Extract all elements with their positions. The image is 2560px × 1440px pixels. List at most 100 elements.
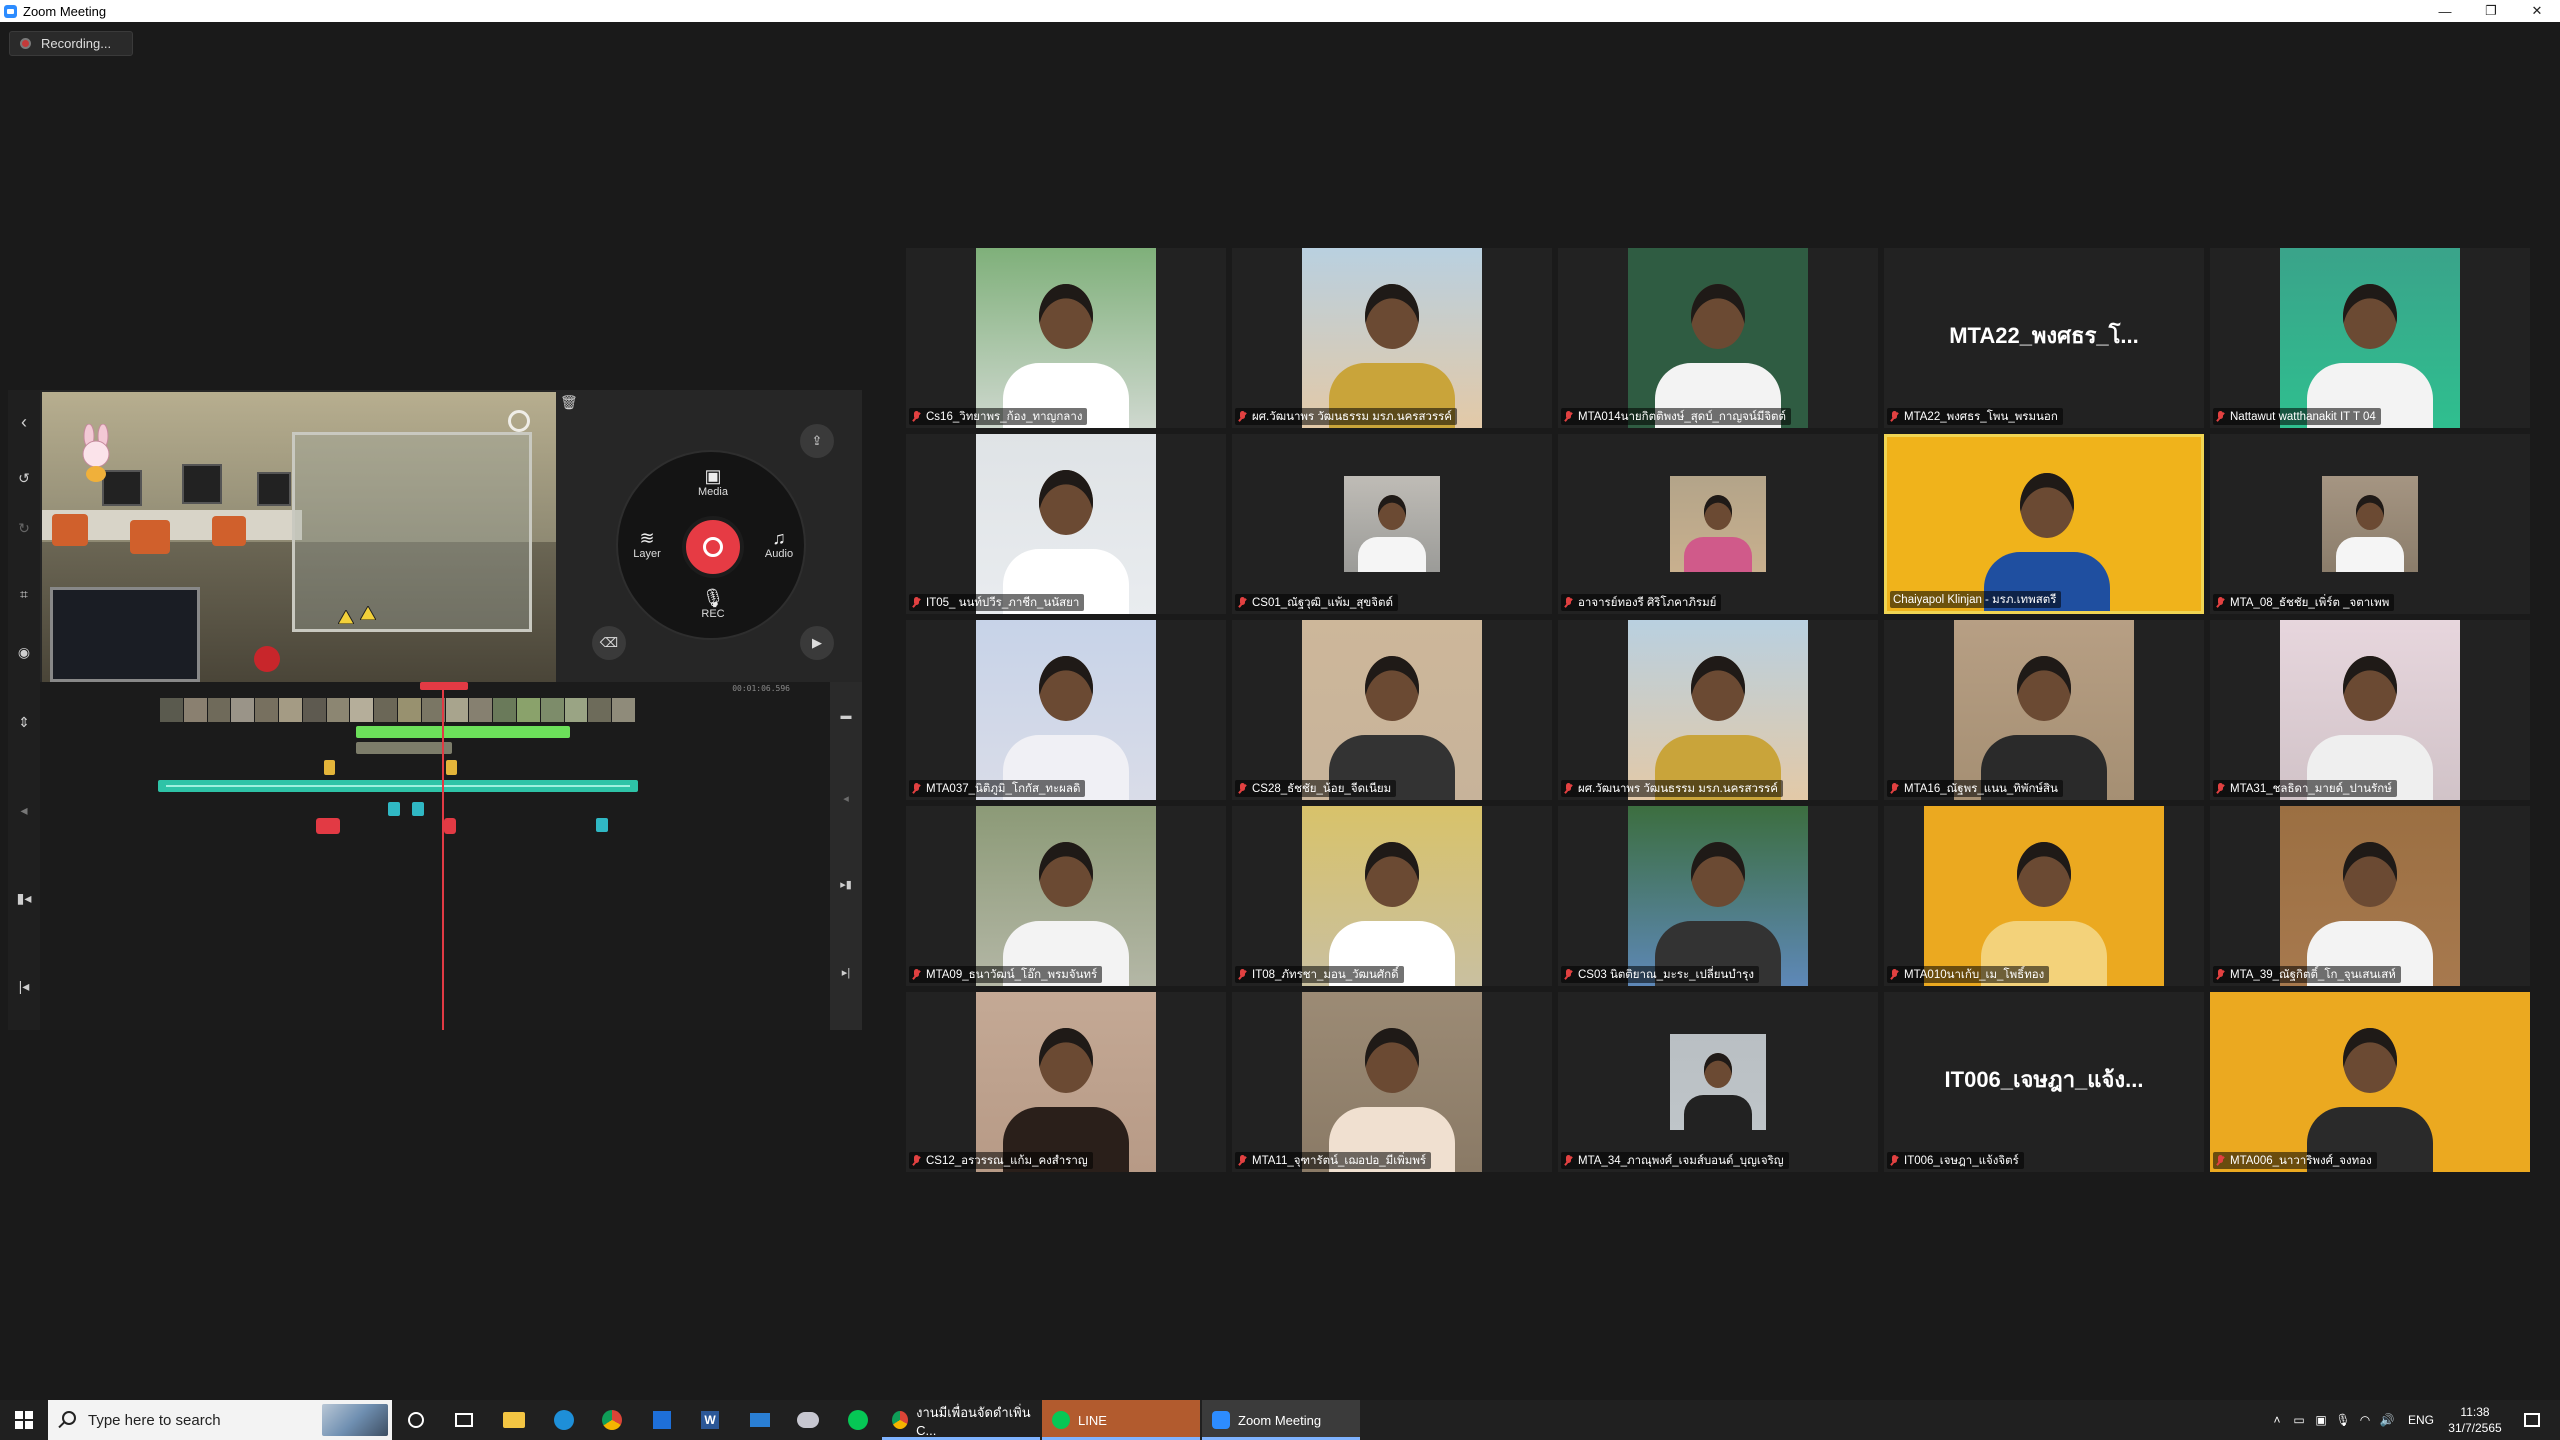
text-clip-marker[interactable] xyxy=(324,760,335,775)
participant-tile[interactable]: ผศ.วัฒนาพร วัฒนธรรม มรภ.นครสวรรค์ xyxy=(1232,248,1552,428)
jump-end-icon[interactable]: ▸▮ xyxy=(838,878,854,891)
gear-icon[interactable] xyxy=(508,410,530,432)
taskbar-app-line[interactable]: LINE xyxy=(1042,1400,1200,1440)
video-clip-strip[interactable] xyxy=(160,698,636,722)
display-icon[interactable]: ▣ xyxy=(2310,1413,2332,1427)
export-icon[interactable]: ⇪ xyxy=(800,424,834,458)
marker-icon[interactable]: ◂ xyxy=(838,792,854,805)
skip-start-icon[interactable]: |◂ xyxy=(14,976,34,996)
participant-tile[interactable]: MTA22_พงศธร_โ... MTA22_พงศธร_โพน_พรมนอก xyxy=(1884,248,2204,428)
recording-label: Recording... xyxy=(41,36,112,51)
jump-start-icon[interactable]: ▮◂ xyxy=(14,888,34,908)
participant-tile[interactable]: MTA_08_ธัชชัย_เพิ่ร์ต _จตาเพพ xyxy=(2210,434,2530,614)
playhead[interactable] xyxy=(442,682,444,1030)
participant-tile[interactable]: IT006_เจษฎา_แจ้ง... IT006_เจษฎา_แจ้งจิตร์ xyxy=(1884,992,2204,1172)
person-silhouette xyxy=(1703,495,1733,530)
language-indicator[interactable]: ENG xyxy=(2408,1413,2434,1427)
participant-tile[interactable]: Cs16_วิทยาพร_ก้อง_ทาญกลาง xyxy=(906,248,1226,428)
media-button[interactable]: ▣ Media xyxy=(688,466,738,498)
participant-video xyxy=(1302,806,1482,986)
participant-tile[interactable]: CS03 นิตติยาณ_มะระ_เปลี่ยนบำรุง xyxy=(1558,806,1878,986)
participant-tile[interactable]: MTA037_นิติภูมิ_โกกัส_ทะผลดิ xyxy=(906,620,1226,800)
participant-tile[interactable]: MTA_39_ณัฐกิตติ์_โก_จุนเสนเสห์ xyxy=(2210,806,2530,986)
volume-icon[interactable]: ◂ xyxy=(14,800,34,820)
participant-tile[interactable]: MTA010นาเก้บ_เม_โพธิ์ทอง xyxy=(1884,806,2204,986)
photos-icon[interactable] xyxy=(784,1400,832,1440)
participant-tile[interactable]: MTA09_ธนาวัฒน์_โอ๊ก_พรมจันทร์ xyxy=(906,806,1226,986)
person-silhouette xyxy=(1365,656,1419,721)
muted-mic-icon xyxy=(1238,782,1247,795)
volume-icon[interactable]: 🔊 xyxy=(2376,1413,2398,1427)
edge-icon[interactable] xyxy=(540,1400,588,1440)
participant-tile[interactable]: Chaiyapol Klinjan - มรภ.เทพสตรี xyxy=(1884,434,2204,614)
add-track-icon[interactable]: ▬ xyxy=(838,710,854,722)
mail-icon[interactable] xyxy=(736,1400,784,1440)
zoom-meeting-window: Zoom Meeting — ❐ ✕ Recording... ‹ ↺ ↻ ⌗ … xyxy=(0,0,2560,1440)
line-icon[interactable] xyxy=(834,1400,882,1440)
network-device-icon[interactable]: ▭ xyxy=(2288,1413,2310,1427)
participant-tile[interactable]: IT08_ภัทรชา_มอน_วัฒนศักดิ์ xyxy=(1232,806,1552,986)
audio-track[interactable] xyxy=(158,780,638,792)
participant-tile[interactable]: MTA006_นาวาริพงศ์_จงทอง xyxy=(2210,992,2530,1172)
taskbar-app-zoom[interactable]: Zoom Meeting xyxy=(1202,1400,1360,1440)
maximize-button[interactable]: ❐ xyxy=(2468,0,2514,22)
minimize-button[interactable]: — xyxy=(2422,0,2468,22)
record-marker[interactable] xyxy=(316,818,340,834)
taskbar-search[interactable]: Type here to search xyxy=(48,1400,392,1440)
participant-tile[interactable]: IT05_ นนท์ปวีร_ภาชีก_นนัสยา xyxy=(906,434,1226,614)
effect-marker[interactable] xyxy=(412,802,424,816)
participant-name-tag: CS28_ธัชชัย_น้อย_จีดเนียม xyxy=(1235,780,1397,797)
participant-tile[interactable]: CS01_ณัฐวุฒิ_แพ้ม_สุขจิตต์ xyxy=(1232,434,1552,614)
participant-tile[interactable]: ผศ.วัฒนาพร วัฒนธรรม มรภ.นครสวรรค์ xyxy=(1558,620,1878,800)
skip-end-icon[interactable]: ▸| xyxy=(838,966,854,979)
audio-button[interactable]: ♫ Audio xyxy=(754,528,804,560)
layer-button[interactable]: ≋ Layer xyxy=(622,528,672,560)
editor-timeline[interactable]: 00:01:06.596 xyxy=(40,682,830,1030)
chevron-up-icon[interactable]: ˄ xyxy=(2266,1413,2288,1427)
word-icon[interactable]: W xyxy=(686,1400,734,1440)
start-button[interactable] xyxy=(0,1400,48,1440)
split-icon[interactable]: ⇕ xyxy=(14,712,34,732)
participant-tile[interactable]: MTA11_จุฑารัตน์_เฌอปอ_มีเพิ่มพร์ xyxy=(1232,992,1552,1172)
delete-icon[interactable]: 🗑 xyxy=(560,394,578,411)
video-preview[interactable] xyxy=(42,392,556,682)
taskbar-clock[interactable]: 11:38 31/7/2565 xyxy=(2440,1404,2510,1436)
recording-indicator[interactable]: Recording... xyxy=(9,31,133,56)
notifications-icon[interactable] xyxy=(2508,1400,2556,1440)
play-icon[interactable]: ▶ xyxy=(800,626,834,660)
microphone-icon[interactable]: 🎙 xyxy=(2332,1413,2354,1427)
participant-tile[interactable]: MTA31_ชลธิดา_มายด์_ปานรักษ์ xyxy=(2210,620,2530,800)
voice-rec-button[interactable]: 🎙 REC xyxy=(688,588,738,620)
file-explorer-icon[interactable] xyxy=(490,1400,538,1440)
undo-icon[interactable]: ↺ xyxy=(14,468,34,488)
participant-tile[interactable]: CS28_ธัชชัย_น้อย_จีดเนียม xyxy=(1232,620,1552,800)
wifi-icon[interactable]: ◠ xyxy=(2354,1413,2376,1427)
record-button[interactable] xyxy=(682,516,744,578)
capture-icon[interactable]: ◉ xyxy=(14,642,34,662)
participant-tile[interactable]: MTA014นายกิตติพงษ์_สุดบ์_กาญจน์มีจิตต์ xyxy=(1558,248,1878,428)
effect-marker[interactable] xyxy=(596,818,608,832)
search-highlight-image xyxy=(322,1404,388,1436)
participant-tile[interactable]: MTA16_ณัฐพร_แนน_ทิพักษ์สิน xyxy=(1884,620,2204,800)
chrome-icon[interactable] xyxy=(588,1400,636,1440)
close-button[interactable]: ✕ xyxy=(2514,0,2560,22)
cortana-icon[interactable] xyxy=(392,1400,440,1440)
record-marker[interactable] xyxy=(444,818,456,834)
participant-tile[interactable]: Nattawut watthanakit IT T 04 xyxy=(2210,248,2530,428)
sticker-clip[interactable] xyxy=(356,742,452,754)
participant-tile[interactable]: MTA_34_ภาณุพงศ์_เจมส์บอนด์_บุญเจริญ xyxy=(1558,992,1878,1172)
participant-name: MTA31_ชลธิดา_มายด์_ปานรักษ์ xyxy=(2230,782,2392,795)
task-view-icon[interactable] xyxy=(440,1400,488,1440)
effect-marker[interactable] xyxy=(388,802,400,816)
trash-icon[interactable]: ⌫ xyxy=(592,626,626,660)
text-clip-marker[interactable] xyxy=(446,760,457,775)
store-icon[interactable] xyxy=(638,1400,686,1440)
taskbar-app-chrome[interactable]: งานมีเพื่อนจัดดำเพิ่น C... xyxy=(882,1400,1040,1440)
back-icon[interactable]: ‹ xyxy=(14,412,34,432)
overlay-clip[interactable] xyxy=(356,726,570,738)
crop-icon[interactable]: ⌗ xyxy=(14,584,34,604)
participant-tile[interactable]: CS12_อรวรรณ_แก้ม_คงสำราญ xyxy=(906,992,1226,1172)
redo-icon[interactable]: ↻ xyxy=(14,518,34,538)
participant-tile[interactable]: อาจารย์ทองรี ศิริโภคาภิรมย์ xyxy=(1558,434,1878,614)
search-icon xyxy=(62,1411,76,1425)
